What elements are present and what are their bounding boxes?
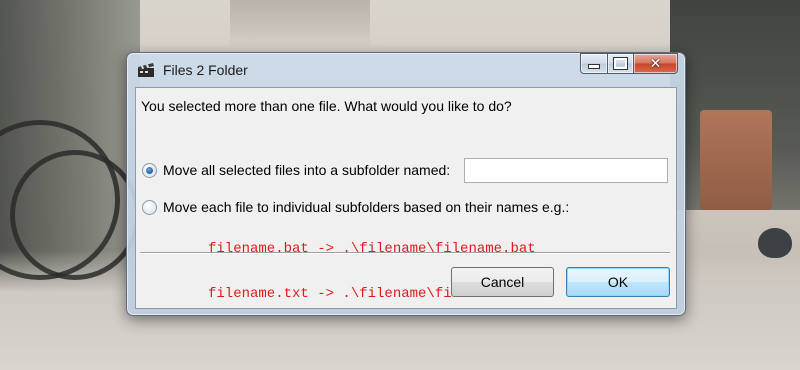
cancel-button[interactable]: Cancel <box>451 267 554 297</box>
files2folder-dialog: Files 2 Folder ✕ You selected more than … <box>126 52 686 316</box>
wallpaper-doorway <box>230 0 370 50</box>
close-icon: ✕ <box>649 55 662 72</box>
option-subfolder-radio[interactable] <box>142 162 157 178</box>
option-subfolder-label[interactable]: Move all selected files into a subfolder… <box>163 162 450 178</box>
close-button[interactable]: ✕ <box>634 53 678 74</box>
subfolder-name-input[interactable] <box>464 158 668 183</box>
maximize-icon <box>613 57 628 70</box>
example-line: filename.bat -> .\filename\filename.bat <box>208 241 536 257</box>
wallpaper-flower-pot <box>700 110 772 210</box>
minimize-button[interactable] <box>580 53 608 74</box>
ok-button[interactable]: OK <box>566 267 670 297</box>
option-individual-radio[interactable] <box>142 199 157 215</box>
window-title: Files 2 Folder <box>163 62 248 78</box>
dialog-body: You selected more than one file. What wo… <box>135 87 677 309</box>
maximize-button[interactable] <box>608 53 634 74</box>
option-subfolder-row[interactable]: Move all selected files into a subfolder… <box>142 162 450 178</box>
wallpaper-bicycle-wheel <box>10 150 140 280</box>
wallpaper-bird <box>758 228 792 258</box>
caption-buttons: ✕ <box>580 53 678 75</box>
clapperboard-icon <box>137 62 155 78</box>
title-bar[interactable]: Files 2 Folder ✕ <box>127 53 685 87</box>
prompt-text: You selected more than one file. What wo… <box>141 98 512 114</box>
minimize-icon <box>588 64 600 69</box>
separator <box>140 252 670 254</box>
